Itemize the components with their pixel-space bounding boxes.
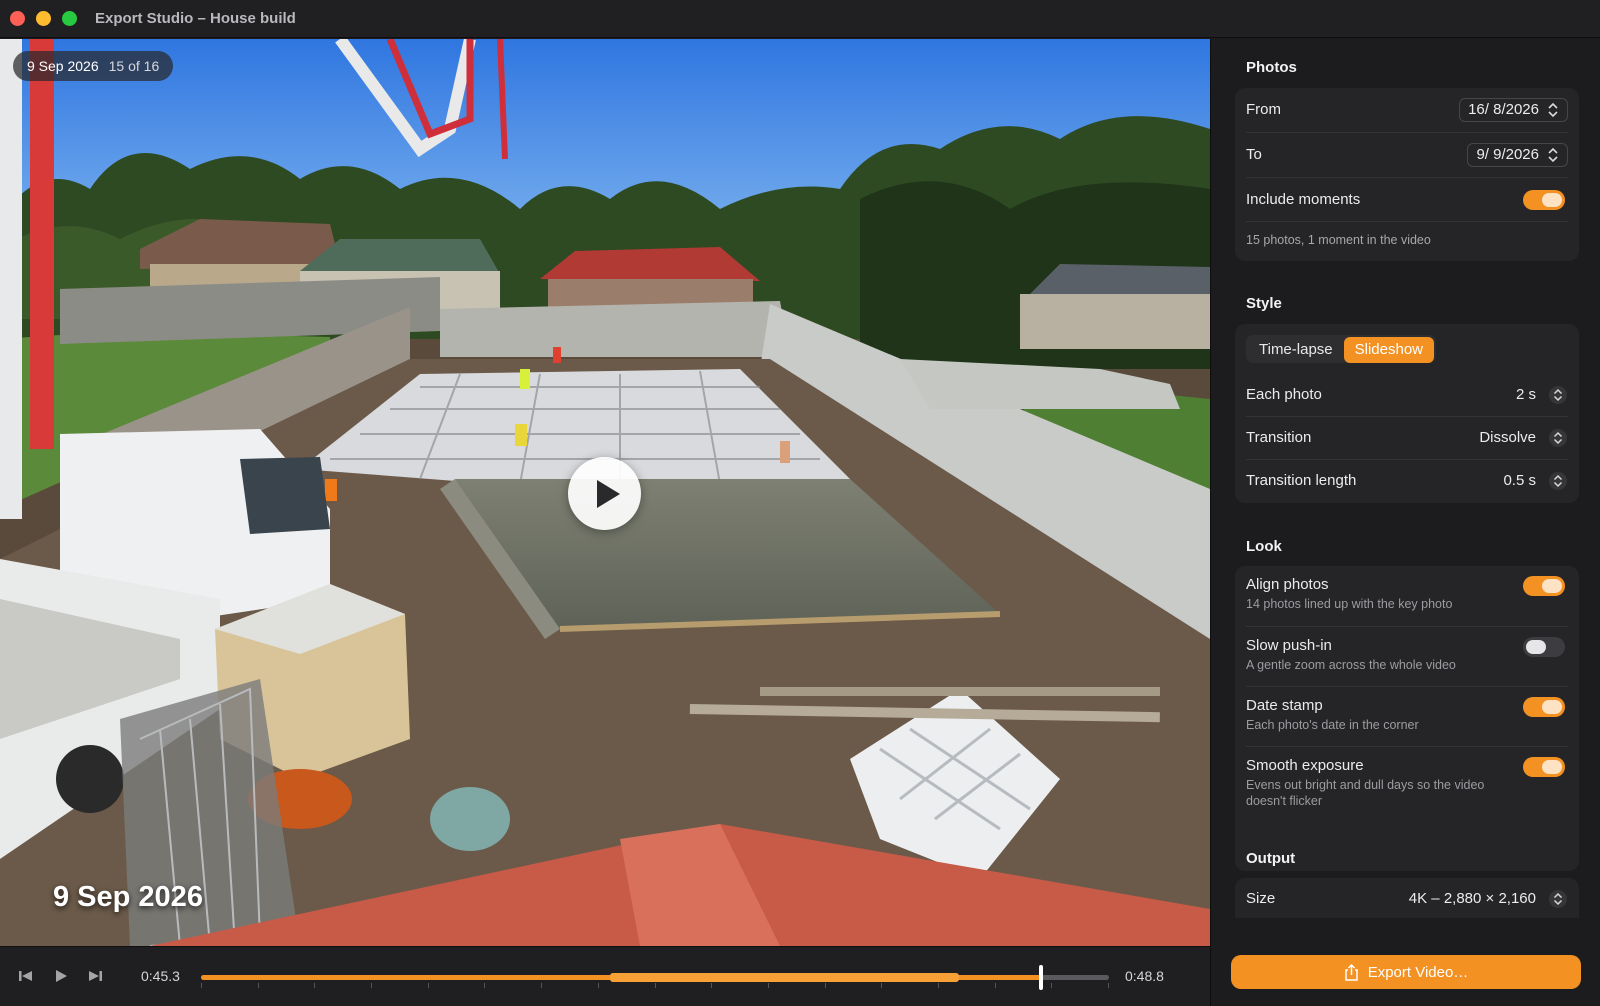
slow-push-in-label: Slow push-in — [1246, 637, 1332, 654]
each-photo-label: Each photo — [1246, 386, 1322, 403]
to-row: To 9/ 9/2026 — [1246, 133, 1568, 178]
size-label: Size — [1246, 890, 1276, 907]
photos-summary: 15 photos, 1 moment in the video — [1246, 233, 1431, 247]
photo-viewer[interactable]: 9 Sep 2026 15 of 16 9 Sep 2026 — [0, 39, 1210, 946]
export-video-label: Export Video… — [1367, 963, 1469, 981]
smooth-exposure-toggle[interactable] — [1523, 757, 1565, 777]
look-option-row: Smooth exposure Evens out bright and dul… — [1246, 747, 1568, 827]
mode-slideshow[interactable]: Slideshow — [1343, 337, 1435, 363]
include-moments-label: Include moments — [1246, 191, 1361, 208]
date-stepper-icon[interactable] — [1543, 100, 1563, 120]
playhead-handle[interactable] — [1038, 965, 1043, 990]
timeline-tick — [258, 983, 259, 988]
look-card: Align photos 14 photos lined up with the… — [1235, 566, 1579, 871]
timeline-tick — [881, 983, 882, 988]
size-popup-icon[interactable] — [1548, 889, 1568, 909]
zoom-window-button[interactable] — [62, 11, 77, 26]
look-option-row: Date stamp Each photo's date in the corn… — [1246, 687, 1568, 747]
smooth-exposure-description: Evens out bright and dull days so the vi… — [1246, 778, 1485, 808]
skip-forward-icon[interactable] — [86, 967, 104, 985]
style-card: Time-lapse Slideshow Each photo 2 s Tran… — [1235, 324, 1579, 503]
photos-section-title: Photos — [1246, 59, 1297, 76]
each-photo-value[interactable]: 2 s — [1516, 386, 1536, 403]
look-option-row: Align photos 14 photos lined up with the… — [1246, 566, 1568, 627]
date-stamp-label: Date stamp — [1246, 697, 1323, 714]
mode-time-lapse[interactable]: Time-lapse — [1248, 337, 1344, 363]
playback-controls: 0:45.3 0:48.8 — [0, 946, 1210, 1006]
timeline-tick — [995, 983, 996, 988]
timeline-tick — [428, 983, 429, 988]
timeline-tick — [201, 983, 202, 988]
timeline-tick — [825, 983, 826, 988]
end-time: 0:48.8 — [1125, 968, 1164, 984]
align-photos-description: 14 photos lined up with the key photo — [1246, 597, 1453, 611]
transition-length-stepper-icon[interactable] — [1548, 471, 1568, 491]
transition-value[interactable]: Dissolve — [1479, 429, 1536, 446]
to-date-field[interactable]: 9/ 9/2026 — [1467, 143, 1568, 167]
output-card: Size 4K – 2,880 × 2,160 — [1235, 878, 1579, 918]
each-photo-stepper-icon[interactable] — [1548, 385, 1568, 405]
to-label: To — [1246, 146, 1262, 163]
include-moments-row: Include moments — [1246, 178, 1568, 222]
photo-date: 9 Sep 2026 — [27, 58, 99, 74]
transition-row: Transition Dissolve — [1246, 417, 1568, 460]
transition-length-label: Transition length — [1246, 472, 1357, 489]
date-stamp-overlay: 9 Sep 2026 — [53, 881, 203, 913]
align-photos-label: Align photos — [1246, 576, 1329, 593]
from-date-field[interactable]: 16/ 8/2026 — [1459, 98, 1568, 122]
share-icon — [1344, 963, 1358, 981]
transition-popup-icon[interactable] — [1548, 428, 1568, 448]
timeline-tick — [711, 983, 712, 988]
timeline-tick — [371, 983, 372, 988]
style-section-title: Style — [1246, 295, 1282, 312]
photo-position: 15 of 16 — [108, 58, 160, 74]
output-section-title: Output — [1246, 850, 1296, 867]
date-stamp-description: Each photo's date in the corner — [1246, 718, 1419, 732]
timeline-tick — [938, 983, 939, 988]
mode-segmented-control: Time-lapse Slideshow — [1246, 335, 1437, 363]
timeline-scrubber[interactable] — [201, 965, 1109, 990]
slow-push-in-description: A gentle zoom across the whole video — [1246, 658, 1456, 672]
date-stamp-toggle[interactable] — [1523, 697, 1565, 717]
include-moments-toggle[interactable] — [1523, 190, 1565, 210]
window-title: Export Studio – House build — [95, 10, 296, 27]
photo-info-badge: 9 Sep 2026 15 of 16 — [13, 51, 174, 81]
skip-back-icon[interactable] — [17, 967, 35, 985]
timeline-tick — [541, 983, 542, 988]
timeline-tick — [655, 983, 656, 988]
look-option-row: Slow push-in A gentle zoom across the wh… — [1246, 627, 1568, 687]
slow-push-in-toggle[interactable] — [1523, 637, 1565, 657]
timeline-selection[interactable] — [609, 973, 960, 982]
play-icon[interactable] — [52, 967, 70, 985]
from-row: From 16/ 8/2026 — [1246, 88, 1568, 133]
size-row: Size 4K – 2,880 × 2,160 — [1246, 878, 1568, 918]
close-window-button[interactable] — [10, 11, 25, 26]
size-value[interactable]: 4K – 2,880 × 2,160 — [1409, 890, 1536, 907]
timeline-tick — [1108, 983, 1109, 988]
smooth-exposure-label: Smooth exposure — [1246, 757, 1364, 774]
to-date-value: 9/ 9/2026 — [1476, 146, 1539, 163]
from-date-value: 16/ 8/2026 — [1468, 101, 1539, 118]
timeline-tick — [768, 983, 769, 988]
timeline-tick — [1051, 983, 1052, 988]
photos-card: From 16/ 8/2026 To 9/ 9/2026 Include mom… — [1235, 88, 1579, 261]
play-overlay-button[interactable] — [568, 457, 641, 530]
look-section-title: Look — [1246, 538, 1282, 555]
each-photo-row: Each photo 2 s — [1246, 373, 1568, 417]
timeline-ticks — [201, 983, 1109, 989]
title-bar: Export Studio – House build — [0, 0, 1600, 38]
timeline-tick — [314, 983, 315, 988]
align-photos-toggle[interactable] — [1523, 576, 1565, 596]
export-settings-sidebar: Photos From 16/ 8/2026 To 9/ 9/2026 Incl… — [1210, 39, 1600, 1006]
current-time: 0:45.3 — [141, 968, 180, 984]
date-stepper-icon[interactable] — [1543, 145, 1563, 165]
export-video-button[interactable]: Export Video… — [1231, 955, 1581, 989]
from-label: From — [1246, 101, 1281, 118]
timeline-tick — [484, 983, 485, 988]
transition-label: Transition — [1246, 429, 1312, 446]
transition-length-value[interactable]: 0.5 s — [1503, 472, 1536, 489]
minimize-window-button[interactable] — [36, 11, 51, 26]
timeline-tick — [598, 983, 599, 988]
transition-length-row: Transition length 0.5 s — [1246, 460, 1568, 503]
